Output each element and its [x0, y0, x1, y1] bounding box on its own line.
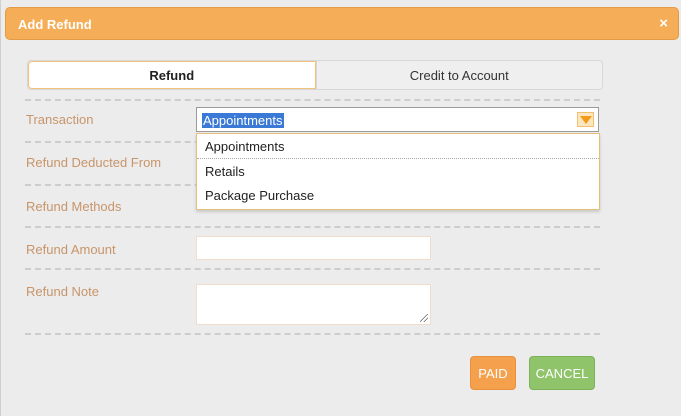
dialog-titlebar: Add Refund ×	[5, 7, 679, 40]
dropdown-option-package-purchase[interactable]: Package Purchase	[197, 184, 599, 208]
refund-methods-label: Refund Methods	[26, 199, 122, 214]
dropdown-arrow-icon[interactable]	[577, 112, 594, 127]
divider	[25, 333, 600, 335]
refund-amount-input[interactable]	[196, 236, 431, 260]
transaction-dropdown-list: Appointments Retails Package Purchase	[196, 133, 600, 210]
transaction-label: Transaction	[26, 112, 94, 127]
resize-grip-icon[interactable]	[420, 314, 428, 322]
refund-tabs: Refund Credit to Account	[27, 60, 603, 90]
transaction-selected-value: Appointments	[202, 113, 284, 128]
divider	[25, 226, 600, 228]
transaction-select[interactable]: Appointments	[196, 107, 599, 132]
tab-credit-to-account[interactable]: Credit to Account	[315, 61, 602, 89]
paid-button[interactable]: PAID	[470, 356, 516, 390]
refund-note-label: Refund Note	[26, 284, 99, 299]
refund-amount-label: Refund Amount	[26, 242, 116, 257]
refund-note-textarea[interactable]	[196, 284, 431, 325]
close-icon[interactable]: ×	[659, 15, 668, 32]
refund-deducted-from-label: Refund Deducted From	[26, 155, 162, 170]
cancel-button[interactable]: CANCEL	[529, 356, 595, 390]
divider	[25, 268, 600, 270]
dialog-title: Add Refund	[18, 17, 92, 32]
add-refund-dialog: Add Refund × Refund Credit to Account Tr…	[0, 0, 681, 416]
divider	[25, 99, 600, 101]
tab-refund[interactable]: Refund	[28, 61, 316, 89]
dropdown-option-retails[interactable]: Retails	[197, 160, 599, 184]
dropdown-option-appointments[interactable]: Appointments	[197, 135, 599, 159]
